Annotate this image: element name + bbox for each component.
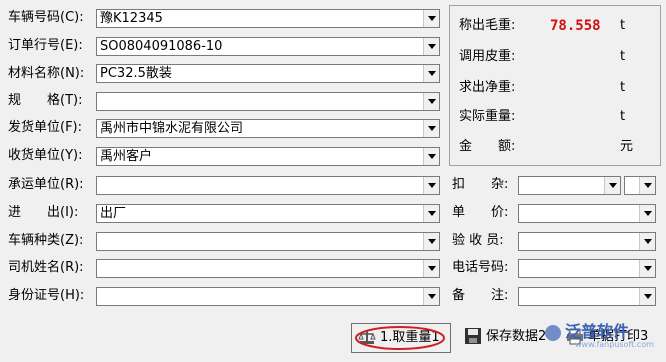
tare-weight-label: 调用皮重: — [459, 49, 516, 64]
id-number-label: 身份证号(H): — [8, 288, 85, 303]
scale-icon — [358, 330, 376, 344]
chevron-down-icon[interactable] — [639, 233, 655, 250]
chevron-down-icon[interactable] — [423, 10, 439, 27]
order-line-combo[interactable]: SO0804091086-10 — [96, 37, 440, 56]
weight-panel: 称出毛重: 78.558 t 调用皮重: t 求出净重: t 实际重量: t 金… — [449, 5, 661, 166]
chevron-down-icon[interactable] — [604, 177, 620, 194]
chevron-down-icon[interactable] — [423, 205, 439, 222]
amount-unit: 元 — [620, 139, 634, 154]
order-line-label: 订单行号(E): — [8, 38, 83, 53]
direction-value: 出厂 — [100, 206, 127, 221]
vehicle-type-combo[interactable] — [96, 232, 440, 251]
plate-combo[interactable]: 豫K12345 — [96, 9, 440, 28]
shipper-value: 禹州市中锦水泥有限公司 — [100, 121, 244, 136]
watermark-icon — [545, 324, 561, 341]
shipper-label: 发货单位(F): — [8, 120, 83, 135]
gross-weight-value: 78.558 — [550, 18, 601, 34]
plate-value: 豫K12345 — [100, 11, 163, 26]
deduct-combo[interactable] — [518, 176, 621, 195]
net-weight-unit: t — [620, 80, 626, 95]
deduct-unit-combo[interactable] — [624, 176, 656, 195]
material-label: 材料名称(N): — [8, 66, 85, 81]
actual-weight-label: 实际重量: — [459, 109, 516, 124]
chevron-down-icon[interactable] — [639, 288, 655, 305]
receiver-value: 禹州客户 — [100, 149, 153, 164]
chevron-down-icon[interactable] — [639, 260, 655, 277]
phone-label: 电话号码: — [452, 260, 509, 275]
chevron-down-icon[interactable] — [423, 177, 439, 194]
chevron-down-icon[interactable] — [639, 205, 655, 222]
chevron-down-icon[interactable] — [423, 65, 439, 82]
price-combo[interactable] — [518, 204, 656, 223]
inspector-label: 验 收 员: — [452, 233, 504, 248]
receiver-combo[interactable]: 禹州客户 — [96, 147, 440, 166]
save-data-button[interactable]: 保存数据2 — [458, 323, 554, 353]
receiver-label: 收货单位(Y): — [8, 148, 83, 163]
net-weight-label: 求出净重: — [459, 80, 516, 95]
chevron-down-icon[interactable] — [423, 38, 439, 55]
chevron-down-icon[interactable] — [423, 233, 439, 250]
spec-combo[interactable] — [96, 92, 440, 111]
direction-label: 进 出(I): — [8, 205, 79, 220]
deduct-label: 扣 杂: — [452, 177, 509, 192]
spec-label: 规 格(T): — [8, 93, 83, 108]
weigh-button-label: 1.取重量1 — [380, 330, 440, 345]
carrier-combo[interactable] — [96, 176, 440, 195]
chevron-down-icon[interactable] — [423, 148, 439, 165]
shipper-combo[interactable]: 禹州市中锦水泥有限公司 — [96, 119, 440, 138]
chevron-down-icon[interactable] — [639, 177, 655, 194]
tare-weight-unit: t — [620, 49, 626, 64]
remark-label: 备 注: — [452, 288, 509, 303]
price-label: 单 价: — [452, 205, 509, 220]
material-combo[interactable]: PC32.5散装 — [96, 64, 440, 83]
chevron-down-icon[interactable] — [423, 120, 439, 137]
remark-combo[interactable] — [518, 287, 656, 306]
save-icon — [465, 327, 481, 344]
inspector-combo[interactable] — [518, 232, 656, 251]
watermark-url: www.fanpusoft.com — [575, 340, 654, 349]
chevron-down-icon[interactable] — [423, 260, 439, 277]
driver-combo[interactable] — [96, 259, 440, 278]
gross-weight-label: 称出毛重: — [459, 18, 516, 33]
weigh-button[interactable]: 1.取重量1 — [351, 323, 451, 353]
driver-label: 司机姓名(R): — [8, 260, 84, 275]
vehicle-type-label: 车辆种类(Z): — [8, 233, 84, 248]
watermark-text: 泛普软件 — [565, 322, 630, 341]
chevron-down-icon[interactable] — [423, 288, 439, 305]
carrier-label: 承运单位(R): — [8, 177, 84, 192]
gross-weight-unit: t — [620, 18, 626, 33]
phone-combo[interactable] — [518, 259, 656, 278]
order-line-value: SO0804091086-10 — [100, 39, 223, 54]
chevron-down-icon[interactable] — [423, 93, 439, 110]
save-data-label: 保存数据2 — [486, 329, 547, 344]
amount-label: 金 额: — [459, 139, 516, 154]
plate-label: 车辆号码(C): — [8, 10, 84, 25]
watermark-logo: 泛普软件 — [545, 318, 629, 342]
id-number-combo[interactable] — [96, 287, 440, 306]
actual-weight-unit: t — [620, 109, 626, 124]
material-value: PC32.5散装 — [100, 66, 172, 81]
direction-combo[interactable]: 出厂 — [96, 204, 440, 223]
